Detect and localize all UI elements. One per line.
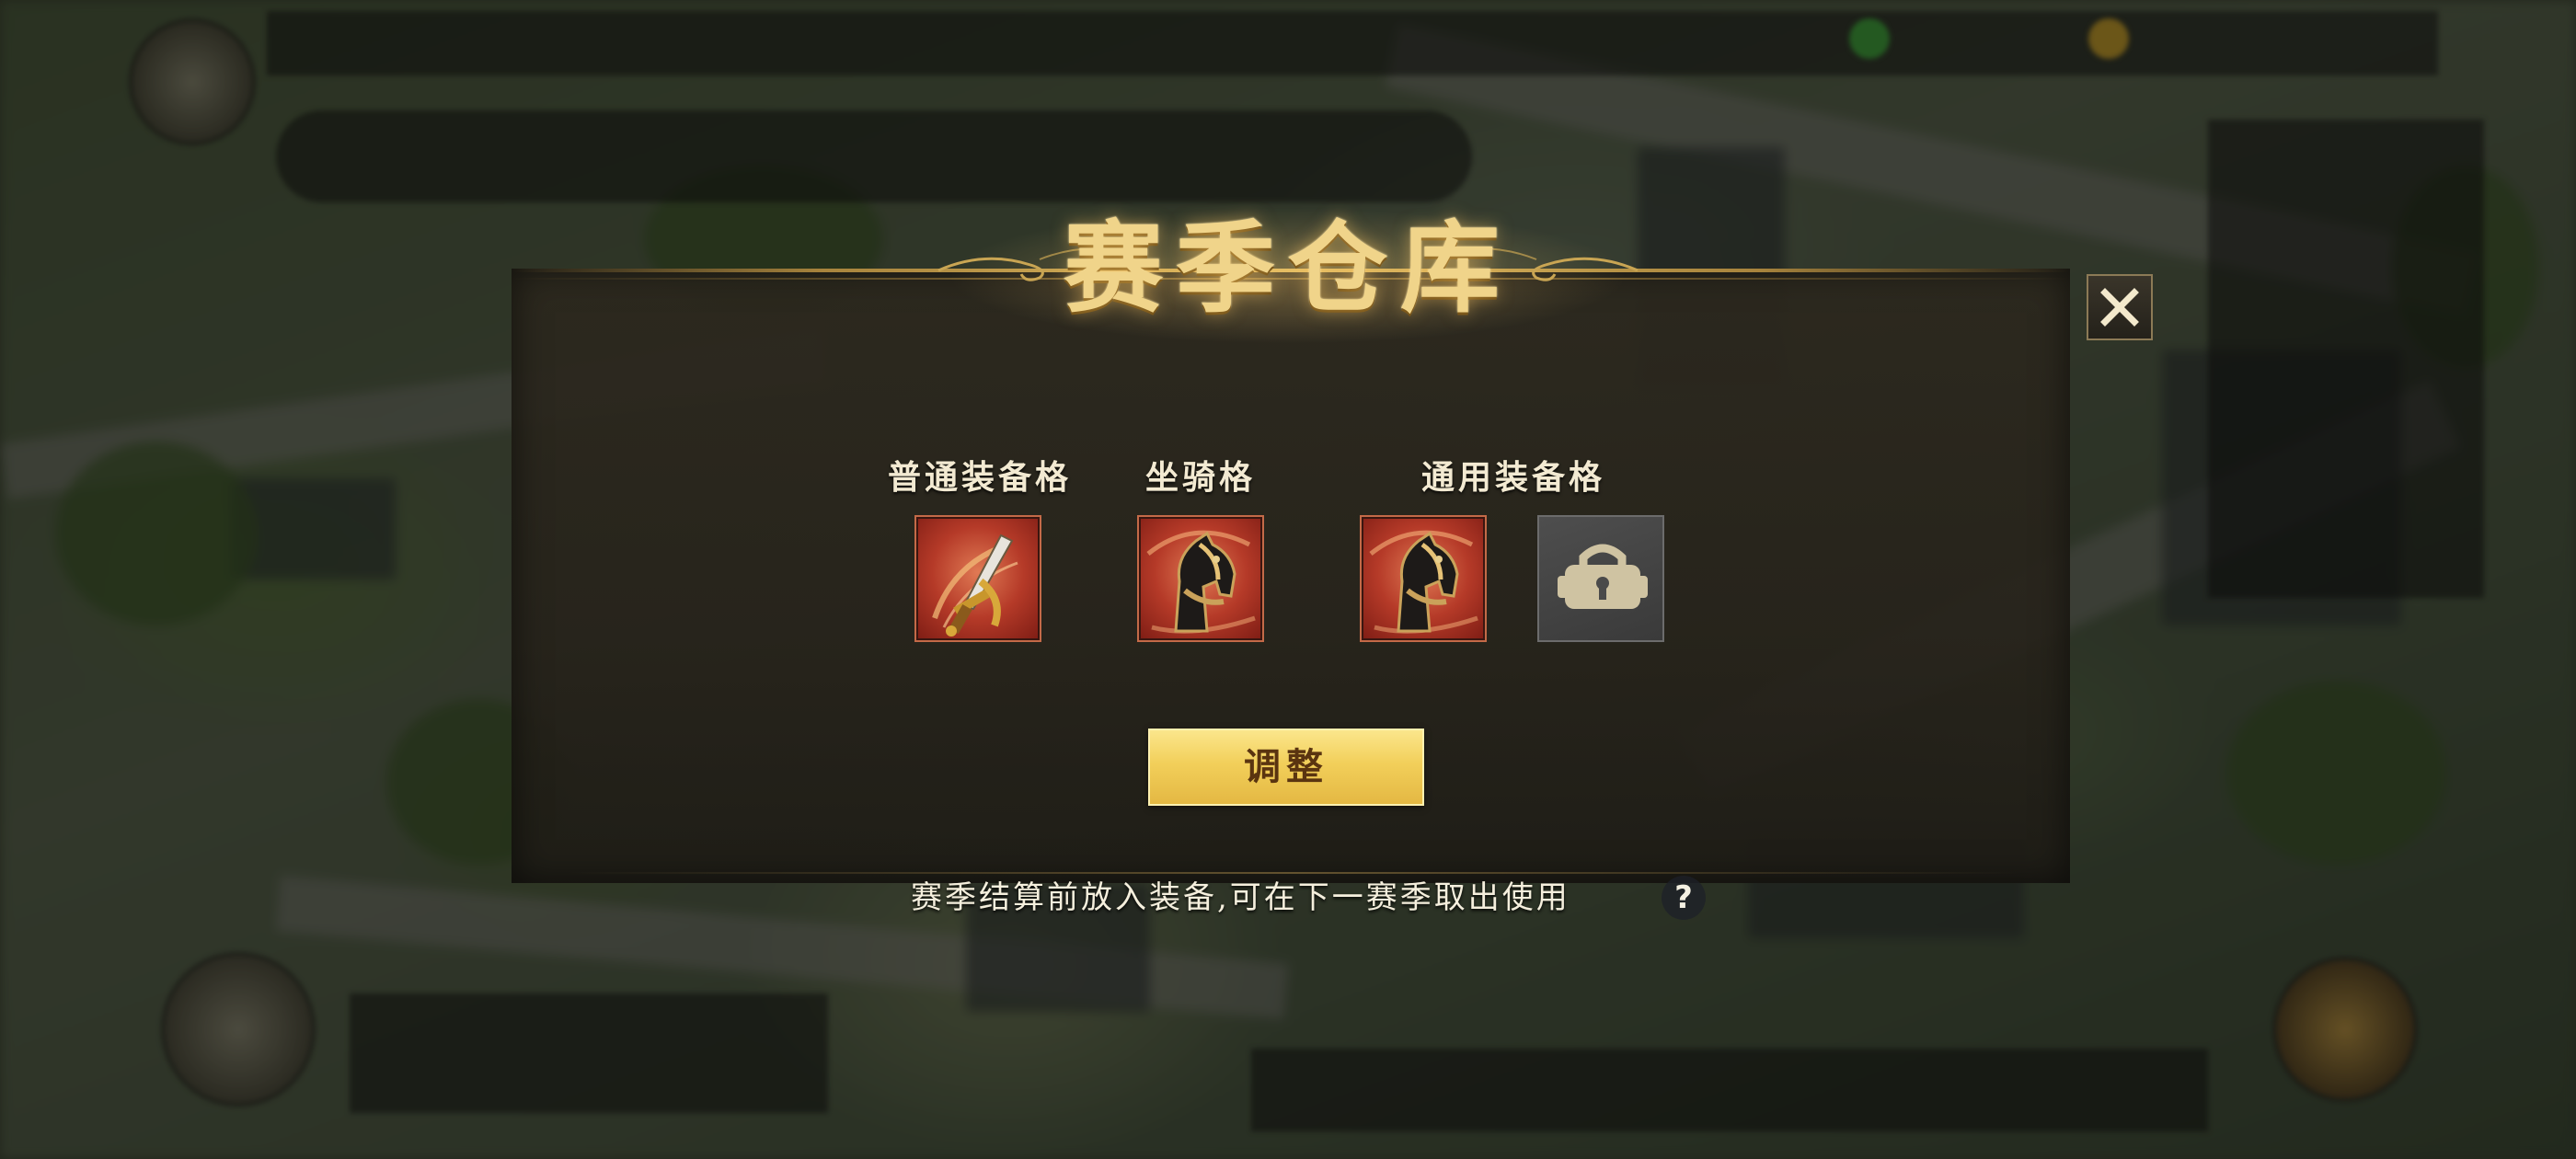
- close-button[interactable]: [2087, 274, 2153, 340]
- section-label-general-equipment: 通用装备格: [1420, 458, 1605, 497]
- general-slot-1[interactable]: [1360, 515, 1487, 642]
- lock-icon: [1558, 544, 1648, 609]
- mount-slot[interactable]: [1137, 515, 1264, 642]
- help-button[interactable]: ?: [1662, 876, 1706, 920]
- dialog-title: 赛季仓库: [1063, 211, 1512, 327]
- adjust-button[interactable]: 调整: [1148, 729, 1424, 806]
- equipment-slot-sword[interactable]: [914, 515, 1041, 642]
- general-slot-locked[interactable]: [1537, 515, 1664, 642]
- close-icon: [2100, 288, 2139, 327]
- sword-icon: [932, 534, 1018, 637]
- section-label-mount: 坐骑格: [1144, 458, 1256, 497]
- section-label-normal-equipment: 普通装备格: [887, 458, 1072, 497]
- hint-text: 赛季结算前放入装备,可在下一赛季取出使用: [911, 879, 1570, 916]
- horse-icon: [1146, 530, 1256, 634]
- game-screen: 赛季仓库 普通装备格 坐骑格 通用装备格 调整 赛季结算前放入装备,可在下一赛季…: [0, 0, 2576, 1159]
- horse-icon: [1369, 530, 1478, 634]
